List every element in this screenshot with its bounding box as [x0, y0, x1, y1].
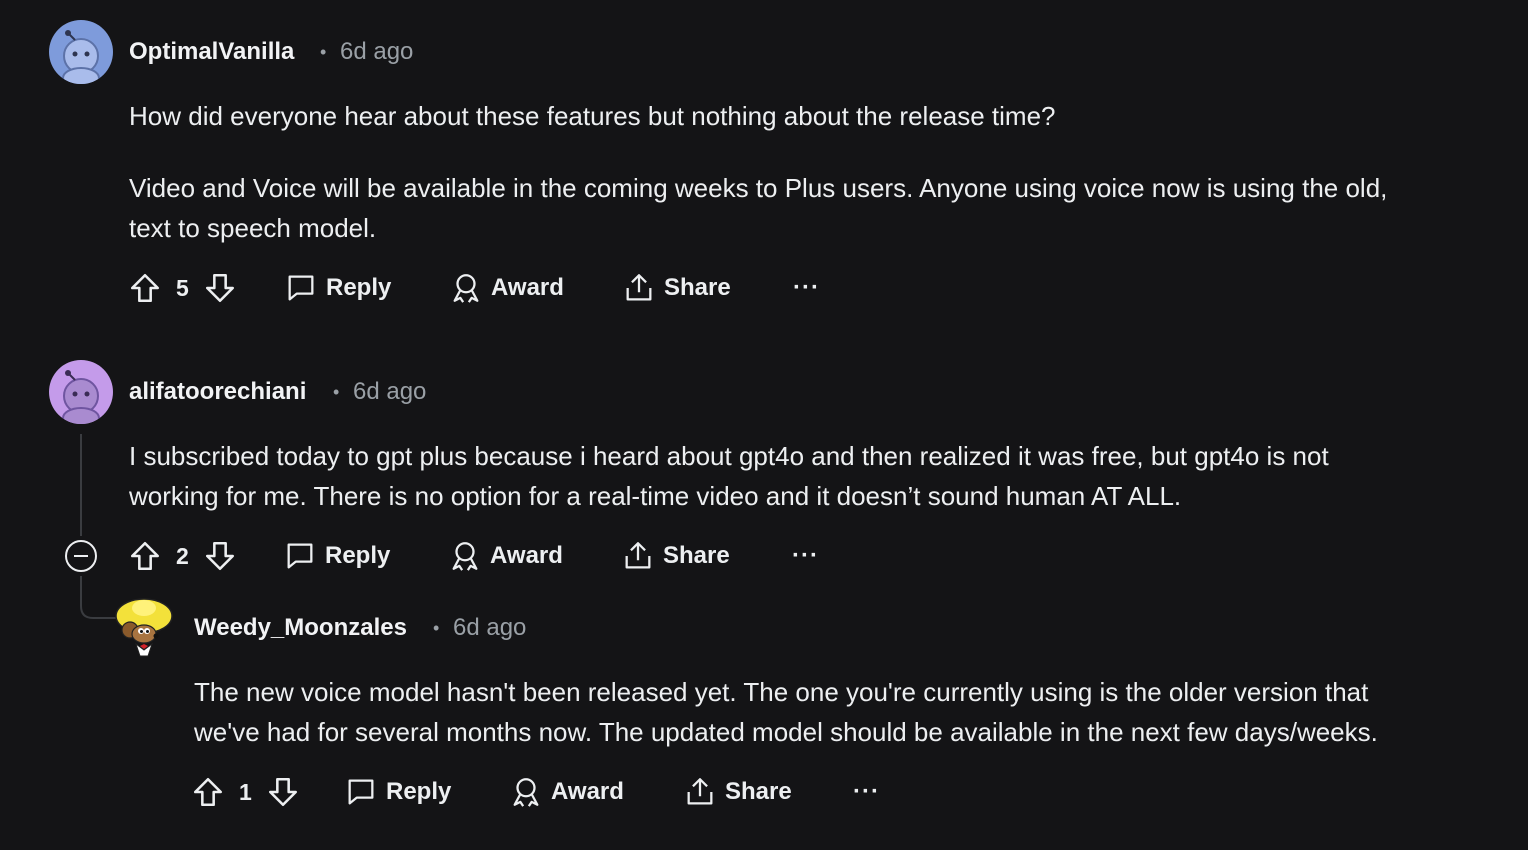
share-icon — [683, 775, 717, 809]
share-icon — [621, 539, 655, 573]
thread-line — [80, 434, 82, 536]
comment-body-line: working for me. There is no option for a… — [129, 481, 1182, 511]
downvote-icon[interactable] — [203, 271, 237, 305]
award-icon — [509, 775, 543, 809]
comment-timestamp[interactable]: 6d ago — [340, 38, 413, 66]
avatar[interactable] — [114, 594, 180, 660]
more-options-button[interactable]: ··· — [793, 268, 820, 308]
more-options-button[interactable]: ··· — [792, 536, 819, 576]
meta-separator: • — [433, 618, 440, 638]
upvote-icon[interactable] — [128, 539, 162, 573]
cartoon-mouse-avatar-icon — [115, 598, 173, 657]
reply-button[interactable]: Reply — [344, 772, 451, 812]
comment-username[interactable]: OptimalVanilla — [129, 38, 294, 66]
comment-username[interactable]: alifatoorechiani — [129, 378, 306, 406]
avatar[interactable] — [49, 360, 113, 424]
vote-controls: 5 — [128, 268, 237, 308]
award-label: Award — [490, 542, 563, 569]
comment-body-line: How did everyone hear about these featur… — [129, 101, 1056, 131]
share-button[interactable]: Share — [622, 268, 731, 308]
downvote-icon[interactable] — [203, 539, 237, 573]
snoo-avatar-icon — [62, 30, 100, 84]
award-button[interactable]: Award — [449, 268, 564, 308]
comment-timestamp[interactable]: 6d ago — [453, 614, 526, 642]
collapse-icon — [65, 540, 97, 572]
vote-controls: 1 — [191, 772, 300, 812]
snoo-avatar-icon — [62, 370, 100, 424]
more-icon: ··· — [792, 542, 819, 569]
more-icon: ··· — [853, 778, 880, 805]
share-button[interactable]: Share — [683, 772, 792, 812]
reply-label: Reply — [326, 274, 392, 301]
comment-body-line: we've had for several months now. The up… — [194, 717, 1378, 747]
downvote-icon[interactable] — [266, 775, 300, 809]
reply-label: Reply — [386, 778, 452, 805]
more-icon: ··· — [793, 274, 820, 301]
comment-body-line: text to speech model. — [129, 213, 377, 243]
share-label: Share — [725, 778, 792, 805]
comment-username[interactable]: Weedy_Moonzales — [194, 614, 407, 642]
reply-label: Reply — [325, 542, 391, 569]
vote-count: 1 — [239, 778, 252, 805]
vote-count: 2 — [176, 542, 189, 569]
award-button[interactable]: Award — [509, 772, 624, 812]
vote-count: 5 — [176, 274, 189, 301]
comment-bubble-icon — [283, 539, 317, 573]
avatar[interactable] — [49, 20, 113, 84]
award-label: Award — [491, 274, 564, 301]
comment-bubble-icon — [344, 775, 378, 809]
reply-button[interactable]: Reply — [284, 268, 391, 308]
more-options-button[interactable]: ··· — [853, 772, 880, 812]
share-label: Share — [664, 274, 731, 301]
collapse-thread-button[interactable] — [64, 539, 98, 573]
share-label: Share — [663, 542, 730, 569]
comment-timestamp[interactable]: 6d ago — [353, 378, 426, 406]
share-icon — [622, 271, 656, 305]
upvote-icon[interactable] — [191, 775, 225, 809]
comment-bubble-icon — [284, 271, 318, 305]
comment-body-line: Video and Voice will be available in the… — [129, 173, 1388, 203]
comment-body-line: I subscribed today to gpt plus because i… — [129, 441, 1329, 471]
reply-button[interactable]: Reply — [283, 536, 390, 576]
meta-separator: • — [333, 382, 340, 402]
meta-separator: • — [320, 42, 327, 62]
share-button[interactable]: Share — [621, 536, 730, 576]
award-button[interactable]: Award — [448, 536, 563, 576]
vote-controls: 2 — [128, 536, 237, 576]
award-label: Award — [551, 778, 624, 805]
upvote-icon[interactable] — [128, 271, 162, 305]
comment-body-line: The new voice model hasn't been released… — [194, 677, 1369, 707]
award-icon — [449, 271, 483, 305]
award-icon — [448, 539, 482, 573]
